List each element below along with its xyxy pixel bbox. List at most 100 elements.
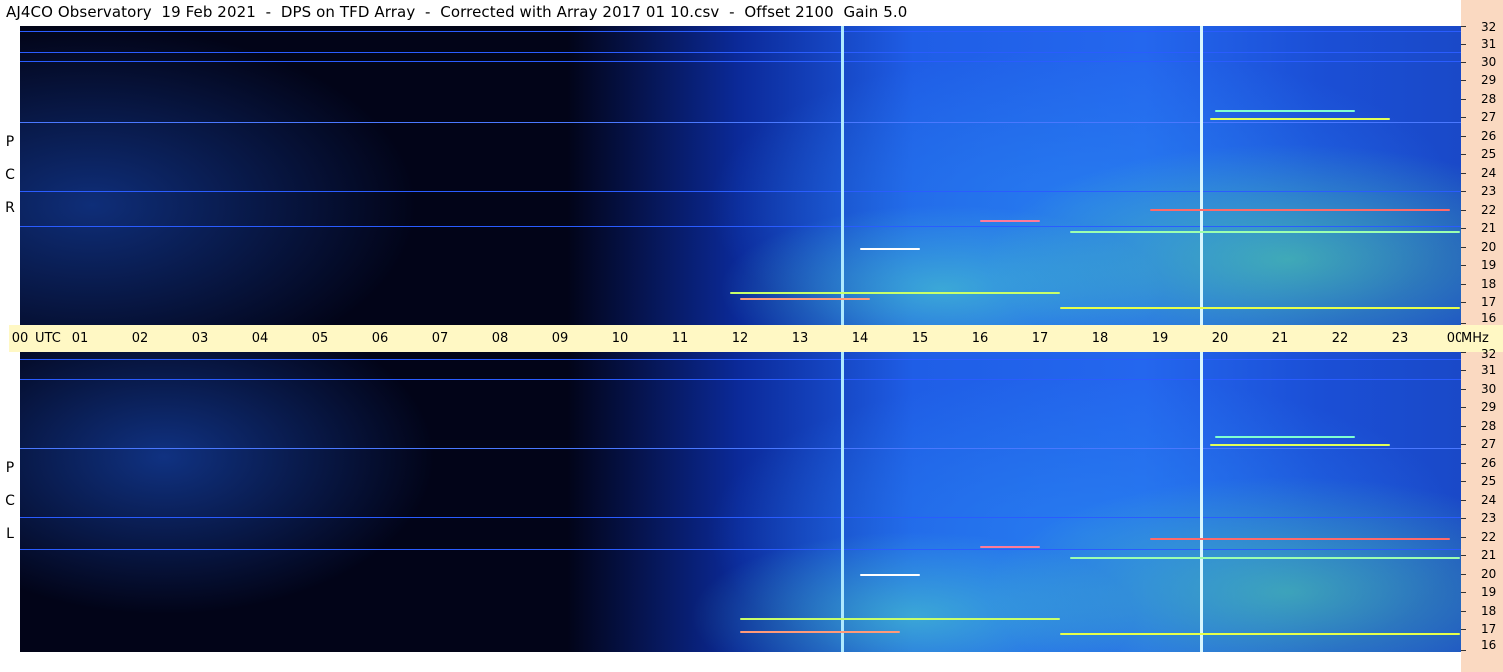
hour-label-20: 20 [1211,331,1229,346]
freq-tick [1461,247,1466,248]
freq-label: 16 [1481,311,1497,325]
freq-tick [1461,463,1466,464]
freq-label: 30 [1481,382,1497,396]
freq-label: 18 [1481,604,1497,618]
freq-tick [1461,650,1466,651]
freq-tick [1461,389,1466,390]
hour-label-03: 03 [191,331,209,346]
hour-label-13: 13 [791,331,809,346]
freq-tick [1461,265,1466,266]
freq-label: 28 [1481,419,1497,433]
hour-label-10: 10 [611,331,629,346]
lcp-letter-p: P [5,460,15,476]
lcp-emission-streak [740,618,1060,620]
freq-label: 20 [1481,567,1497,581]
freq-tick [1461,62,1466,63]
freq-label: 19 [1481,585,1497,599]
freq-tick [1461,555,1466,556]
lcp-emission-streak [1210,444,1390,446]
hour-label-11: 11 [671,331,689,346]
lcp-interference-line [20,448,1461,449]
freq-tick [1461,284,1466,285]
lcp-label: P C L [0,452,20,551]
hour-label-15: 15 [911,331,929,346]
rcp-interference-line [20,61,1461,62]
freq-label: 21 [1481,221,1497,235]
freq-tick [1461,323,1466,324]
freq-label: 23 [1481,184,1497,198]
lcp-interference-line [20,517,1461,518]
utc-time-axis: 00 UTC 01 02 03 04 05 06 07 08 09 10 11 … [9,325,1463,352]
freq-tick [1461,500,1466,501]
freq-tick [1461,210,1466,211]
hour-label-23: 23 [1391,331,1409,346]
rcp-emission-streak [1060,307,1460,309]
hour-label-16: 16 [971,331,989,346]
freq-label: 29 [1481,73,1497,87]
freq-label: 25 [1481,147,1497,161]
freq-label: 17 [1481,622,1497,636]
freq-label: 27 [1481,437,1497,451]
hour-label-04: 04 [251,331,269,346]
freq-tick [1461,537,1466,538]
rcp-label: P C R [0,126,20,225]
window-title: AJ4CO Observatory 19 Feb 2021 - DPS on T… [6,3,908,21]
freq-tick [1461,117,1466,118]
utc-unit-label: UTC [35,331,61,346]
hour-label-14: 14 [851,331,869,346]
lcp-interference-line [20,549,1461,550]
freq-label: 19 [1481,258,1497,272]
freq-tick [1461,370,1466,371]
freq-tick [1461,154,1466,155]
rcp-dropout-line [841,26,844,325]
hour-label-22: 22 [1331,331,1349,346]
freq-label: 30 [1481,55,1497,69]
rcp-emission-streak [980,220,1040,222]
hour-label-05: 05 [311,331,329,346]
frequency-scale-footer [1461,652,1503,672]
freq-label: 22 [1481,530,1497,544]
rcp-emission-streak [740,298,870,300]
hour-label-12: 12 [731,331,749,346]
freq-tick [1461,191,1466,192]
freq-label: 26 [1481,129,1497,143]
rcp-emission-streak [860,248,920,250]
freq-tick [1461,173,1466,174]
lcp-letter-c: C [5,493,15,509]
rcp-spectrogram-background [20,26,1461,325]
freq-tick [1461,302,1466,303]
lcp-dropout-line [841,352,844,652]
freq-tick [1461,228,1466,229]
freq-tick [1461,574,1466,575]
hour-label-06: 06 [371,331,389,346]
lcp-spectrogram[interactable] [20,352,1461,652]
lcp-emission-streak [1150,538,1450,540]
rcp-emission-streak [730,292,1060,294]
freq-label: 23 [1481,511,1497,525]
freq-tick [1461,407,1466,408]
freq-tick [1461,444,1466,445]
freq-label: 29 [1481,400,1497,414]
freq-label: 17 [1481,295,1497,309]
rcp-spectrogram[interactable] [20,26,1461,325]
lcp-dropout-line [1200,352,1203,652]
freq-tick [1461,481,1466,482]
hour-label-18: 18 [1091,331,1109,346]
lcp-interference-line [20,379,1461,380]
rcp-letter-c: C [5,167,15,183]
lcp-emission-streak [1215,436,1355,438]
freq-label: 32 [1481,347,1497,361]
rcp-letter-p: P [5,134,15,150]
hour-label-17: 17 [1031,331,1049,346]
rcp-interference-line [20,52,1461,53]
lcp-frequency-scale: 32 31 30 29 28 27 26 25 24 23 22 21 20 1… [1461,347,1503,652]
freq-tick [1461,136,1466,137]
freq-label: 28 [1481,92,1497,106]
freq-tick [1461,352,1466,353]
freq-label: 24 [1481,166,1497,180]
freq-label: 21 [1481,548,1497,562]
freq-tick [1461,26,1466,27]
freq-label: 31 [1481,37,1497,51]
lcp-spectrogram-background [20,352,1461,652]
hour-label-09: 09 [551,331,569,346]
